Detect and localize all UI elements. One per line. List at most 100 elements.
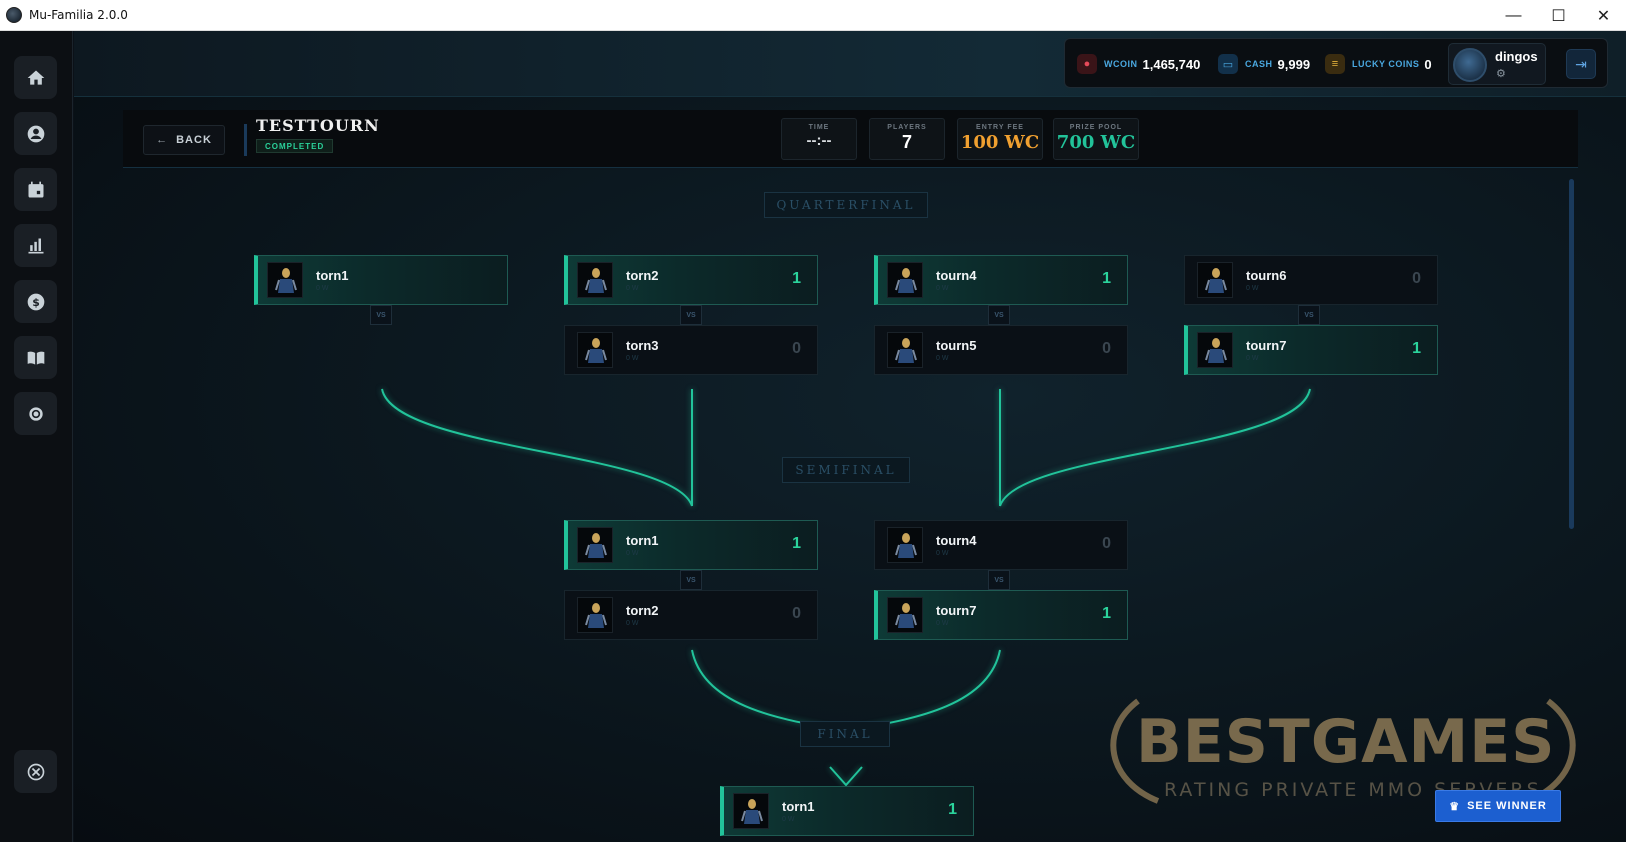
player-name: tourn6: [1246, 268, 1287, 283]
player-name: tourn4: [936, 533, 977, 548]
stat-entry-fee: ENTRY FEE 100 WC: [957, 118, 1043, 160]
player-name: torn1: [626, 533, 659, 548]
currency-panel: ● WCOIN 1,465,740 ▭ CASH 9,999 ≡ LUCKY C…: [1064, 38, 1608, 88]
sidebar: $: [0, 31, 73, 842]
svg-text:$: $: [32, 295, 40, 308]
player-score: 1: [792, 270, 801, 287]
players-value: 7: [901, 132, 912, 152]
player-subtitle: 0 W: [626, 285, 639, 292]
round-label-quarterfinal: QUARTERFINAL: [764, 192, 928, 218]
see-winner-button[interactable]: ♛ SEE WINNER: [1435, 790, 1561, 822]
vs-badge: VS: [988, 305, 1010, 325]
sidebar-item-calendar[interactable]: [14, 168, 57, 211]
dollar-icon: $: [27, 293, 44, 310]
player-slot[interactable]: tourn7 0 W 1: [874, 590, 1128, 640]
player-name: torn2: [626, 603, 659, 618]
player-slot[interactable]: torn2 0 W 1: [564, 255, 818, 305]
see-winner-label: SEE WINNER: [1467, 800, 1547, 812]
cash-icon: ▭: [1218, 54, 1238, 74]
player-slot[interactable]: tourn7 0 W 1: [1184, 325, 1438, 375]
avatar: [1453, 48, 1487, 82]
player-subtitle: 0 W: [626, 620, 639, 627]
player-slot[interactable]: torn1 0 W 1: [720, 786, 974, 836]
sidebar-item-exit[interactable]: [14, 750, 57, 793]
wcoin-value: 1,465,740: [1142, 56, 1201, 72]
stats-icon: [28, 238, 43, 253]
player-slot[interactable]: torn1 0 W 1: [564, 520, 818, 570]
sidebar-item-stats[interactable]: [14, 224, 57, 267]
close-window-button[interactable]: ✕: [1581, 0, 1626, 31]
player-score: 0: [792, 340, 801, 357]
sidebar-item-target[interactable]: [14, 392, 57, 435]
lucky-coins-value: 0: [1424, 56, 1432, 72]
player-slot[interactable]: tourn6 0 W 0: [1184, 255, 1438, 305]
vs-badge: VS: [1298, 305, 1320, 325]
player-subtitle: 0 W: [936, 285, 949, 292]
logout-button[interactable]: ⇥: [1566, 49, 1596, 79]
calendar-icon: [28, 181, 43, 197]
player-avatar: [577, 262, 613, 298]
sidebar-item-profile[interactable]: [14, 112, 57, 155]
player-subtitle: 0 W: [316, 285, 329, 292]
sidebar-item-home[interactable]: [14, 56, 57, 99]
entry-fee-label: ENTRY FEE: [976, 124, 1024, 131]
window-titlebar: Mu-Familia 2.0.0 — ☐ ✕: [0, 0, 1626, 31]
username: dingos: [1495, 49, 1538, 64]
round-label-semifinal: SEMIFINAL: [782, 457, 910, 483]
player-name: tourn7: [936, 603, 977, 618]
cash-balance: ▭ CASH 9,999: [1218, 53, 1310, 75]
player-slot[interactable]: tourn4 0 W 1: [874, 255, 1128, 305]
stat-prize-pool: PRIZE POOL 700 WC: [1053, 118, 1139, 160]
player-avatar: [267, 262, 303, 298]
player-slot[interactable]: torn2 0 W 0: [564, 590, 818, 640]
sidebar-item-guide[interactable]: [14, 336, 57, 379]
player-name: torn1: [782, 799, 815, 814]
player-slot[interactable]: tourn4 0 W 0: [874, 520, 1128, 570]
player-slot[interactable]: torn1 0 W: [254, 255, 508, 305]
back-button[interactable]: ← BACK: [143, 125, 225, 155]
back-label: BACK: [176, 134, 212, 146]
stat-time: TIME --:--: [781, 118, 857, 160]
title-accent: [244, 124, 247, 156]
sidebar-item-shop[interactable]: $: [14, 280, 57, 323]
prize-pool-label: PRIZE POOL: [1069, 124, 1123, 131]
player-avatar: [1197, 332, 1233, 368]
player-subtitle: 0 W: [936, 550, 949, 557]
player-subtitle: 0 W: [1246, 355, 1259, 362]
vs-badge: VS: [370, 305, 392, 325]
vs-badge: VS: [680, 305, 702, 325]
player-name: tourn4: [936, 268, 977, 283]
vs-badge: VS: [680, 570, 702, 590]
home-icon: [27, 70, 44, 85]
player-score: 1: [1102, 605, 1111, 622]
status-badge: COMPLETED: [256, 139, 334, 153]
player-subtitle: 0 W: [626, 550, 639, 557]
cash-value: 9,999: [1277, 56, 1311, 72]
main-area: ● WCOIN 1,465,740 ▭ CASH 9,999 ≡ LUCKY C…: [74, 31, 1626, 842]
entry-fee-value: 100 WC: [960, 132, 1040, 153]
minimize-button[interactable]: —: [1491, 0, 1536, 31]
maximize-button[interactable]: ☐: [1536, 0, 1581, 31]
time-value: --:--: [806, 132, 832, 149]
lucky-coins-label: LUCKY COINS: [1352, 59, 1420, 69]
user-profile[interactable]: dingos ⚙: [1448, 43, 1546, 85]
window-title: Mu-Familia 2.0.0: [29, 8, 128, 22]
player-score: 1: [1412, 340, 1421, 357]
player-slot[interactable]: torn3 0 W 0: [564, 325, 818, 375]
player-score: 1: [948, 801, 957, 818]
player-subtitle: 0 W: [936, 355, 949, 362]
player-name: torn2: [626, 268, 659, 283]
vs-badge: VS: [988, 570, 1010, 590]
vertical-scrollbar[interactable]: [1569, 179, 1574, 529]
player-subtitle: 0 W: [936, 620, 949, 627]
tournament-header: ← BACK TESTTOURN COMPLETED TIME --:-- PL…: [123, 110, 1578, 168]
gear-icon[interactable]: ⚙: [1496, 67, 1506, 80]
player-score: 1: [1102, 270, 1111, 287]
wcoin-icon: ●: [1077, 54, 1097, 74]
player-score: 1: [792, 535, 801, 552]
logout-icon: ⇥: [1575, 55, 1587, 72]
book-icon: [27, 351, 44, 365]
player-slot[interactable]: tourn5 0 W 0: [874, 325, 1128, 375]
player-score: 0: [792, 605, 801, 622]
wcoin-balance: ● WCOIN 1,465,740: [1077, 53, 1200, 75]
